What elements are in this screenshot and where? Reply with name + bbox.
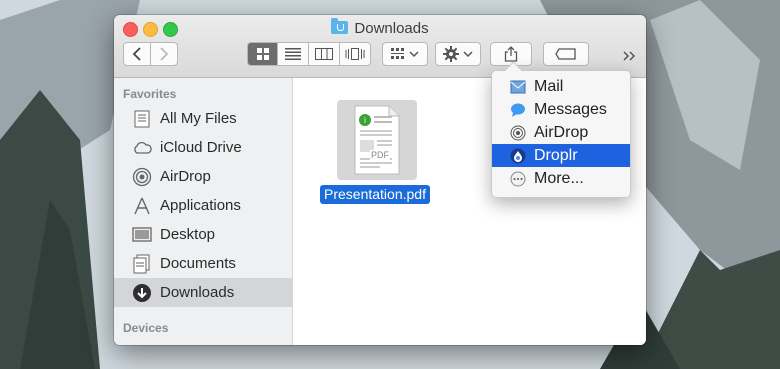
mail-icon (510, 79, 526, 95)
window-title: Downloads (114, 18, 646, 37)
sidebar-item-airdrop[interactable]: AirDrop (114, 162, 292, 191)
share-menu-label: Messages (534, 100, 607, 118)
sidebar-item-label: Documents (160, 255, 236, 272)
sidebar-item-label: Downloads (160, 284, 235, 301)
sidebar-item-label: Desktop (160, 226, 216, 243)
desktop-icon (132, 225, 152, 245)
forward-button[interactable] (150, 42, 178, 66)
share-menu: Mail Messages AirDrop Droplr More... (491, 70, 631, 198)
window-title-text: Downloads (354, 20, 429, 37)
share-menu-label: Mail (534, 77, 564, 95)
airdrop-icon (132, 167, 152, 187)
sidebar: Favorites All My Files iCloud Drive AirD… (114, 78, 293, 345)
documents-icon (132, 254, 152, 274)
tag-button[interactable] (543, 42, 589, 66)
tag-icon (555, 48, 576, 60)
applications-icon (132, 196, 152, 216)
back-button[interactable] (123, 42, 151, 66)
pdf-file-icon: i (354, 105, 400, 175)
sidebar-item-label: All My Files (160, 110, 237, 127)
droplr-icon (510, 148, 526, 164)
cover-flow-icon (345, 48, 365, 60)
chevron-down-icon (463, 51, 473, 58)
share-icon (504, 46, 518, 62)
more-icon (510, 171, 526, 187)
sidebar-item-label: Applications (160, 197, 241, 214)
sidebar-item-downloads[interactable]: Downloads (114, 278, 292, 307)
sidebar-item-all-my-files[interactable]: All My Files (114, 104, 292, 133)
toolbar-overflow-button[interactable] (623, 49, 637, 64)
share-menu-label: More... (534, 169, 584, 187)
column-view-icon (315, 48, 333, 60)
svg-text:i: i (364, 116, 366, 125)
column-view-button[interactable] (309, 42, 340, 66)
title-bar: Downloads (114, 15, 646, 78)
pdf-thumb-label: PDF (370, 150, 390, 160)
sidebar-item-applications[interactable]: Applications (114, 191, 292, 220)
chevron-right-icon (160, 47, 169, 61)
share-menu-item-messages[interactable]: Messages (492, 98, 630, 121)
sidebar-item-desktop[interactable]: Desktop (114, 220, 292, 249)
airdrop-icon (510, 125, 526, 141)
share-menu-item-droplr[interactable]: Droplr (492, 144, 630, 167)
share-menu-label: AirDrop (534, 123, 589, 141)
sidebar-item-icloud-drive[interactable]: iCloud Drive (114, 133, 292, 162)
sidebar-item-documents[interactable]: Documents (114, 249, 292, 278)
all-files-icon (132, 109, 152, 129)
downloads-folder-icon (331, 18, 349, 34)
messages-icon (510, 102, 526, 118)
favorites-heading: Favorites (123, 87, 177, 101)
view-mode-control (247, 42, 371, 66)
sidebar-item-label: iCloud Drive (160, 139, 242, 156)
share-menu-item-more[interactable]: More... (492, 167, 630, 190)
share-menu-item-airdrop[interactable]: AirDrop (492, 121, 630, 144)
sidebar-item-label: AirDrop (160, 168, 211, 185)
list-view-icon (285, 48, 301, 60)
double-chevron-right-icon (623, 51, 636, 61)
arrange-icon (391, 48, 404, 59)
devices-heading: Devices (123, 321, 169, 335)
chevron-left-icon (132, 47, 141, 61)
cover-flow-button[interactable] (340, 42, 371, 66)
cloud-icon (132, 138, 152, 158)
file-name-label[interactable]: Presentation.pdf (320, 185, 430, 204)
icon-view-button[interactable] (247, 42, 278, 66)
file-thumbnail-selected[interactable]: i PDF (337, 100, 417, 180)
share-menu-item-mail[interactable]: Mail (492, 75, 630, 98)
chevron-down-icon (409, 51, 419, 58)
arrange-button[interactable] (382, 42, 428, 66)
list-view-button[interactable] (278, 42, 309, 66)
downloads-icon (132, 283, 152, 303)
action-button[interactable] (435, 42, 481, 66)
icon-view-icon (256, 48, 269, 60)
gear-icon (443, 46, 459, 62)
share-menu-label: Droplr (534, 146, 578, 164)
